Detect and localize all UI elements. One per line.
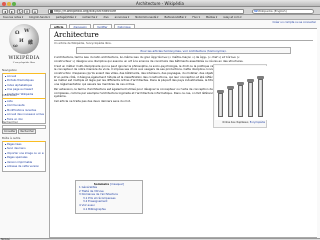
bookmark-item[interactable]: blogroll-hands ▾ (27, 15, 52, 19)
figure-caption: Ordres des chapiteaux, Encyclopédie (215, 120, 265, 124)
toc-item[interactable]: 4.1 Bibliographie (79, 207, 139, 212)
bookmark-item[interactable]: NoCommunauté ▾ (133, 15, 160, 19)
forward-button[interactable]: ▸ (9, 8, 15, 14)
caption-link[interactable]: Ordres des chapiteaux, (222, 121, 249, 124)
bookmark-item[interactable]: annonces ▾ (113, 15, 132, 19)
column-shape (228, 89, 233, 117)
bookmark-item[interactable]: Médias ▾ (204, 15, 219, 19)
column-capital (217, 90, 224, 93)
address-text: http://fr.wikipedia.org/wiki/Architectur… (54, 8, 117, 13)
site-favicon-icon (50, 10, 53, 13)
portlet-heading: Navigation (2, 68, 18, 72)
site-sub: Un article de Wikipédia, l'encyclopédie … (54, 42, 112, 45)
bookmark-item[interactable]: partagé/Vidéo ▾ (54, 15, 78, 19)
column-capital (237, 82, 244, 85)
reload-button[interactable]: ↻ (17, 8, 23, 14)
column-shape (258, 79, 263, 117)
table-of-contents: Sommaire [masquer] 1 Généralités 2 Trait… (75, 180, 143, 214)
column-capital (257, 76, 264, 79)
bookmark-item[interactable]: Flux ▾ (190, 15, 202, 19)
puzzle-globe-icon: Ω W И 維 ω (9, 24, 39, 54)
portlet-heading: Boîte à outils (2, 136, 21, 140)
search-bar-placeholder: Wikipedia (English) (258, 8, 287, 13)
browser-toolbar: ◂ ▸ ↻ × ⌂ http://fr.wikipedia.org/wiki/A… (0, 7, 320, 15)
home-button[interactable]: ⌂ (32, 8, 38, 14)
bookmark-item[interactable]: relay et com ▾ (221, 15, 243, 19)
page-title: Architecture (54, 31, 313, 41)
window-titlebar: Architecture - Wikipédia (0, 0, 320, 7)
stop-button[interactable]: × (24, 8, 30, 14)
portlet-heading: Contribuer (2, 93, 17, 97)
window-title: Architecture - Wikipédia (136, 1, 184, 6)
search-portlet: Rechercher Consulter Rechercher (2, 120, 46, 134)
search-bar[interactable]: W Wikipedia (English) (252, 8, 314, 14)
paragraph: L'architecture, terme issu du latin arch… (54, 55, 244, 63)
address-bar[interactable]: http://fr.wikipedia.org/wiki/Architectur… (48, 8, 244, 14)
bookmark-item[interactable]: tous les notes ▾ (1, 15, 25, 19)
bookmark-item[interactable]: divs (101, 15, 110, 19)
column-shape (238, 85, 243, 117)
consult-button[interactable]: Consulter (2, 129, 18, 134)
bookmark-item[interactable]: recherche ▾ (80, 15, 99, 19)
wikipedia-logo[interactable]: Ω W И 維 ω WIKIPÉDIA L'encyclopédie libre (2, 22, 46, 66)
caption-source-link[interactable]: Encyclopédie (250, 121, 265, 124)
sidebar-item-permalink[interactable]: Adresse de cette version (5, 165, 44, 170)
web-page: Créer un compte ou se connecter Ω W И 維 … (0, 20, 320, 238)
article-figure: Ordres des chapiteaux, Encyclopédie (213, 64, 267, 128)
logo-tagline: L'encyclopédie libre (12, 61, 36, 64)
column-shape (248, 82, 253, 117)
column-orders-image[interactable] (215, 66, 267, 120)
login-link[interactable]: Créer un compte ou se connecter (273, 21, 316, 24)
toolbox-portlet: Boîte à outils Pages liées Suivi des lie… (2, 136, 46, 173)
back-button[interactable]: ◂ (2, 8, 8, 14)
search-engine-icon: W (254, 8, 258, 13)
bookmark-item[interactable]: BeforeAndAfter ▾ (162, 15, 188, 19)
search-button[interactable]: Rechercher (18, 129, 37, 134)
sidebar-search-input[interactable] (2, 124, 46, 129)
column-capital (227, 86, 234, 89)
toc-hide-toggle[interactable]: [masquer] (110, 182, 124, 186)
column-shape (218, 93, 223, 117)
column-capital (247, 79, 254, 82)
disambiguation-notice[interactable]: Pour les articles homonymes, voir Archit… (76, 47, 291, 54)
portlet-heading: Rechercher (2, 120, 18, 124)
